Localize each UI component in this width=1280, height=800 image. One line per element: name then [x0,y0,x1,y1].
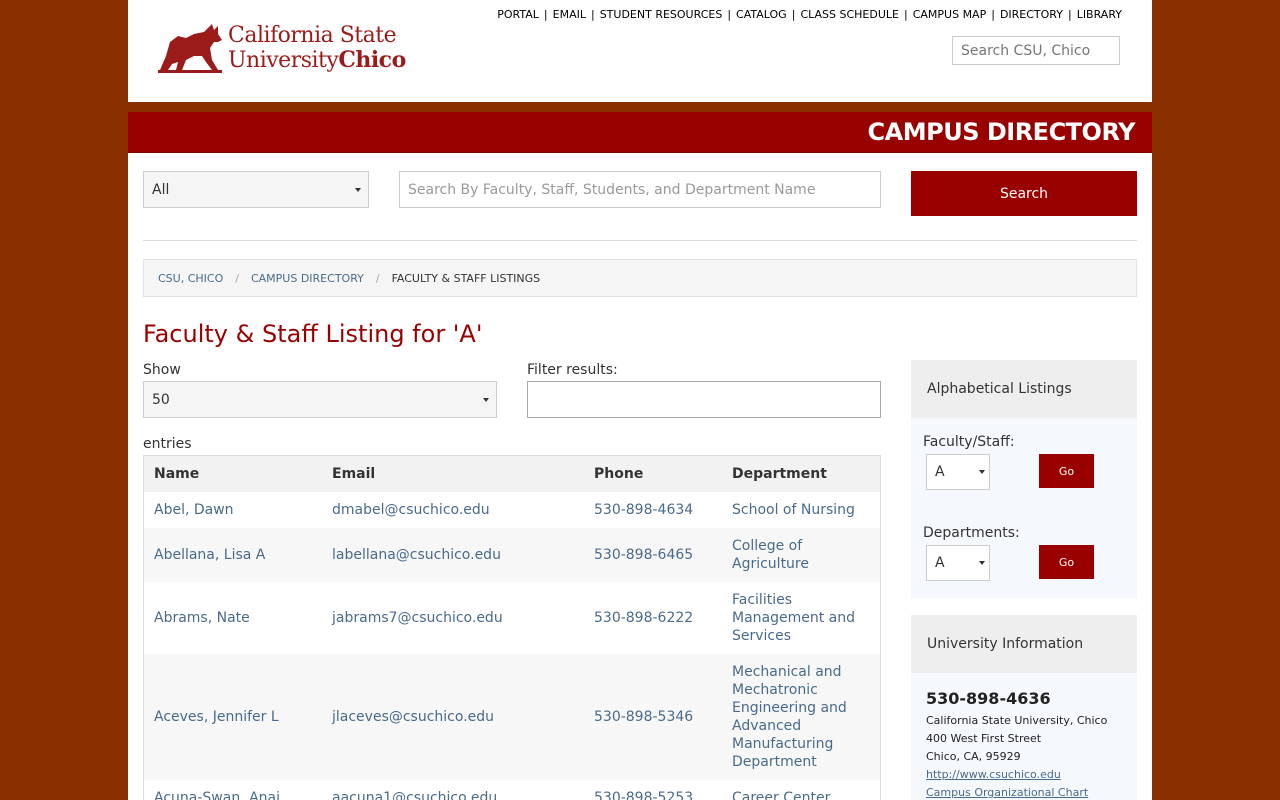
breadcrumb-campus-directory[interactable]: CAMPUS DIRECTORY [251,272,364,285]
page-title: Faculty & Staff Listing for 'A' [143,320,483,348]
top-link-email[interactable]: EMAIL [553,8,586,21]
show-label: Show [143,362,181,378]
logo-chico: Chico [338,47,406,73]
column-header-name[interactable]: Name [143,455,322,492]
category-select[interactable]: All [143,171,369,208]
cell-email[interactable]: labellana@csuchico.edu [322,528,584,582]
address-line-2: 400 West First Street [926,732,1042,745]
top-link-portal[interactable]: PORTAL [497,8,539,21]
cell-phone[interactable]: 530-898-5346 [584,654,722,780]
cell-phone[interactable]: 530-898-4634 [584,492,722,528]
header-divider [128,102,1152,112]
top-link-library[interactable]: LIBRARY [1077,8,1122,21]
breadcrumb-csu-chico[interactable]: CSU, CHICO [158,272,223,285]
chevron-down-icon [355,187,361,192]
cell-department[interactable]: Facilities Management and Services [722,582,881,654]
table-row: Abellana, Lisa A labellana@csuchico.edu … [143,528,881,582]
directory-banner: CAMPUS DIRECTORY [128,112,1152,153]
directory-search-placeholder: Search By Faculty, Staff, Students, and … [408,181,816,198]
page: California State UniversityChico PORTAL |… [128,0,1152,800]
faculty-letter-select[interactable]: A [926,454,990,490]
alphabetical-listings-panel: Alphabetical Listings Faculty/Staff: A G… [911,360,1137,598]
filter-results-input[interactable] [527,381,881,418]
divider [143,240,1137,241]
csu-chico-logo[interactable]: California State UniversityChico [156,18,406,78]
cell-department[interactable]: Career Center [722,780,881,800]
top-link-directory[interactable]: DIRECTORY [1000,8,1063,21]
university-phone: 530-898-4636 [926,689,1051,708]
logo-line-2: UniversityChico [228,48,406,73]
table-row: Aceves, Jennifer L jlaceves@csuchico.edu… [143,654,881,780]
breadcrumb: CSU, CHICO / CAMPUS DIRECTORY / FACULTY … [143,259,1137,297]
breadcrumb-current: FACULTY & STAFF LISTINGS [391,271,541,285]
cell-name[interactable]: Aceves, Jennifer L [143,654,322,780]
top-link-student-resources[interactable]: STUDENT RESOURCES [600,8,723,21]
cell-email[interactable]: dmabel@csuchico.edu [322,492,584,528]
breadcrumb-separator: / [375,271,380,285]
category-select-value: All [152,181,170,198]
departments-label: Departments: [923,525,1020,541]
department-letter-select[interactable]: A [926,545,990,581]
logo-line-1: California State [228,23,397,48]
cell-name[interactable]: Abel, Dawn [143,492,322,528]
table-header-row: Name Email Phone Department [143,455,881,492]
cell-name[interactable]: Acuna-Swan, Anai [143,780,322,800]
column-header-phone[interactable]: Phone [584,455,722,492]
cell-email[interactable]: aacuna1@csuchico.edu [322,780,584,800]
entries-label: entries [143,436,192,452]
table-row: Acuna-Swan, Anai aacuna1@csuchico.edu 53… [143,780,881,800]
cell-phone[interactable]: 530-898-6222 [584,582,722,654]
wildcat-logo-icon [158,24,222,73]
search-button[interactable]: Search [911,171,1137,216]
entries-per-page-value: 50 [152,391,170,408]
chevron-down-icon [483,397,489,402]
logo-university: University [228,48,339,73]
breadcrumb-separator: / [235,271,239,285]
cell-phone[interactable]: 530-898-6465 [584,528,722,582]
faculty-go-button[interactable]: Go [1039,454,1094,488]
entries-per-page-select[interactable]: 50 [143,381,497,418]
org-chart-link[interactable]: Campus Organizational Chart [926,786,1088,799]
cell-email[interactable]: jlaceves@csuchico.edu [322,654,584,780]
table-row: Abel, Dawn dmabel@csuchico.edu 530-898-4… [143,492,881,528]
banner-title: CAMPUS DIRECTORY [867,118,1136,146]
logo-wordmark: California State UniversityChico [228,24,406,73]
cell-phone[interactable]: 530-898-5253 [584,780,722,800]
column-header-email[interactable]: Email [322,455,584,492]
cell-name[interactable]: Abrams, Nate [143,582,322,654]
top-link-campus-map[interactable]: CAMPUS MAP [913,8,987,21]
cell-department[interactable]: College of Agriculture [722,528,881,582]
department-go-button[interactable]: Go [1039,545,1094,579]
department-letter-value: A [935,555,945,571]
top-nav: PORTAL | EMAIL | STUDENT RESOURCES | CATALOG | C… [497,8,1122,21]
directory-table: Name Email Phone Department Abel, Dawn d… [143,455,881,800]
directory-search-input[interactable]: Search By Faculty, Staff, Students, and … [399,171,881,208]
chevron-down-icon [979,561,985,565]
top-link-catalog[interactable]: CATALOG [736,8,787,21]
cell-department[interactable]: Mechanical and Mechatronic Engineering a… [722,654,881,780]
address-line-1: California State University, Chico [926,714,1108,727]
university-information-title: University Information [911,615,1137,673]
alphabetical-listings-title: Alphabetical Listings [911,360,1137,418]
column-header-department[interactable]: Department [722,455,881,492]
cell-name[interactable]: Abellana, Lisa A [143,528,322,582]
top-link-class-schedule[interactable]: CLASS SCHEDULE [800,8,899,21]
university-information-panel: University Information 530-898-4636 Cali… [911,615,1137,800]
faculty-staff-label: Faculty/Staff: [923,434,1015,450]
address-line-3: Chico, CA, 95929 [926,750,1021,763]
table-row: Abrams, Nate jabrams7@csuchico.edu 530-8… [143,582,881,654]
cell-email[interactable]: jabrams7@csuchico.edu [322,582,584,654]
filter-label: Filter results: [527,362,618,378]
site-header: California State UniversityChico PORTAL |… [128,0,1152,102]
faculty-letter-value: A [935,464,945,480]
university-website-link[interactable]: http://www.csuchico.edu [926,768,1061,781]
site-search-input[interactable] [952,36,1120,65]
chevron-down-icon [979,470,985,474]
cell-department[interactable]: School of Nursing [722,492,881,528]
